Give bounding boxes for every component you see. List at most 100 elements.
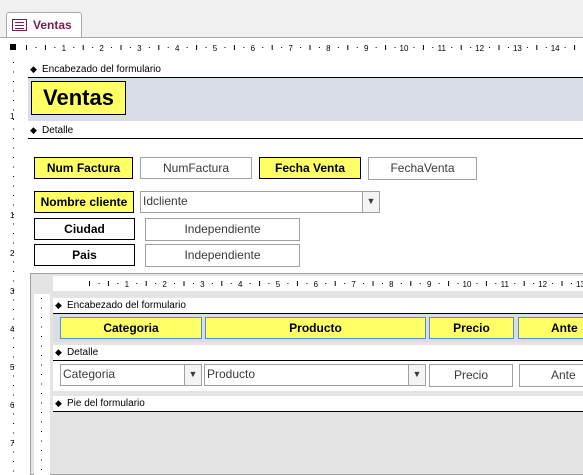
ruler-number: 1 <box>62 44 67 53</box>
producto-combo[interactable]: Producto ▼ <box>204 364 426 386</box>
pais-label[interactable]: Pais <box>34 244 135 266</box>
ruler-number: 12 <box>475 44 484 53</box>
ruler-tick <box>13 385 14 386</box>
ruler-number: 11 <box>438 44 447 53</box>
ruler-tick <box>136 283 138 284</box>
ruler-tick <box>41 307 42 309</box>
categoria-combo[interactable]: Categoria ▼ <box>60 364 202 386</box>
ruler-tick <box>545 47 547 48</box>
section-arrow-icon: ◆ <box>55 300 62 310</box>
ruler-tick <box>372 281 374 286</box>
ruler-tick <box>259 281 261 286</box>
ciudad-field[interactable]: Independiente <box>145 218 300 241</box>
column-header-ante[interactable]: Ante <box>518 317 583 339</box>
ruler-tick <box>41 355 42 356</box>
ruler-number: 9 <box>364 44 369 53</box>
ruler-tick <box>167 47 169 48</box>
column-header-precio[interactable]: Precio <box>429 317 514 339</box>
num-factura-label[interactable]: Num Factura <box>34 157 133 179</box>
nombre-cliente-combo[interactable]: Idcliente ▼ <box>140 191 380 213</box>
ruler-tick <box>13 299 14 301</box>
tab-ventas[interactable]: Ventas <box>6 12 82 37</box>
subform-section-bar-detail[interactable]: ◆ Detalle <box>53 345 583 360</box>
ruler-tick <box>13 470 14 472</box>
ante-field[interactable]: Ante <box>519 364 583 387</box>
form-selector[interactable] <box>6 40 23 55</box>
fecha-venta-label[interactable]: Fecha Venta <box>259 157 361 179</box>
pais-field[interactable]: Independiente <box>145 244 300 267</box>
ruler-tick <box>230 283 232 284</box>
chevron-down-icon[interactable]: ▼ <box>184 365 201 385</box>
fecha-venta-field[interactable]: FechaVenta <box>368 157 477 180</box>
chevron-down-icon[interactable]: ▼ <box>408 365 425 385</box>
ruler-number: 4 <box>175 44 180 53</box>
ruler-tick <box>13 318 14 320</box>
ruler-tick <box>13 413 14 415</box>
subform-horizontal-ruler: 1234567891011121314 <box>53 276 583 291</box>
subform-vertical-ruler <box>34 294 50 475</box>
ruler-tick <box>457 283 459 284</box>
ruler-tick <box>13 375 14 377</box>
ruler-tick <box>344 283 346 284</box>
ruler-number: 6 <box>314 280 319 289</box>
ruler-tick <box>41 374 42 375</box>
column-header-categoria[interactable]: Categoria <box>60 317 202 339</box>
ruler-tick <box>186 47 188 48</box>
ruler-tick <box>13 451 14 453</box>
ruler-tick <box>73 47 75 48</box>
chevron-down-icon[interactable]: ▼ <box>362 192 379 212</box>
ruler-tick <box>13 356 14 358</box>
num-factura-field[interactable]: NumFactura <box>140 157 252 179</box>
ruler-number: 10 <box>463 280 472 289</box>
ruler-tick <box>574 45 576 50</box>
ruler-tick <box>507 47 509 48</box>
ruler-number: 4 <box>238 280 243 289</box>
ruler-tick <box>82 45 84 50</box>
ruler-tick <box>41 421 42 423</box>
ruler-tick <box>438 283 440 284</box>
ruler-number: 3 <box>10 287 15 296</box>
ruler-tick <box>13 233 14 234</box>
ruler-tick <box>570 283 572 284</box>
ruler-number: 7 <box>351 280 356 289</box>
ruler-number: 7 <box>10 439 15 448</box>
ruler-tick <box>262 47 264 48</box>
ruler-tick <box>13 204 14 206</box>
section-bar-label: Encabezado del formulario <box>42 64 161 75</box>
ruler-tick <box>13 147 14 149</box>
ruler-tick <box>356 47 358 48</box>
ruler-number: 6 <box>10 401 15 410</box>
ruler-tick <box>564 47 566 48</box>
section-bar-detail[interactable]: ◆ Detalle <box>28 123 583 138</box>
ruler-tick <box>470 47 472 48</box>
ruler-number: 1 <box>10 112 15 121</box>
ruler-tick <box>41 431 42 432</box>
subform-section-bar-header[interactable]: ◆ Encabezado del formulario <box>53 298 583 313</box>
ruler-number: 13 <box>576 280 583 289</box>
precio-field[interactable]: Precio <box>429 364 513 387</box>
ruler-tick <box>536 45 538 50</box>
ruler-tick <box>120 45 122 50</box>
ruler-tick <box>41 459 42 461</box>
ruler-tick <box>196 45 198 50</box>
subform-section-bar-footer[interactable]: ◆ Pie del formulario <box>53 396 583 411</box>
ruler-tick <box>375 47 377 48</box>
section-arrow-icon: ◆ <box>55 347 62 357</box>
section-bar-header[interactable]: ◆ Encabezado del formulario <box>28 62 583 77</box>
ruler-tick <box>451 47 453 48</box>
ruler-tick <box>158 45 160 50</box>
nombre-cliente-label[interactable]: Nombre cliente <box>34 191 134 213</box>
ruler-tick <box>13 81 14 82</box>
ciudad-label[interactable]: Ciudad <box>34 218 135 240</box>
ruler-tick <box>13 90 14 92</box>
subform-selector[interactable] <box>34 276 51 291</box>
ruler-number: 5 <box>276 280 281 289</box>
form-title-label[interactable]: Ventas <box>31 81 126 115</box>
ruler-tick <box>381 283 383 284</box>
ruler-tick <box>13 337 14 339</box>
ruler-tick <box>13 128 14 130</box>
ruler-tick <box>309 45 311 50</box>
section-arrow-icon: ◆ <box>30 64 37 74</box>
ruler-tick <box>523 281 525 286</box>
column-header-producto[interactable]: Producto <box>205 317 426 339</box>
